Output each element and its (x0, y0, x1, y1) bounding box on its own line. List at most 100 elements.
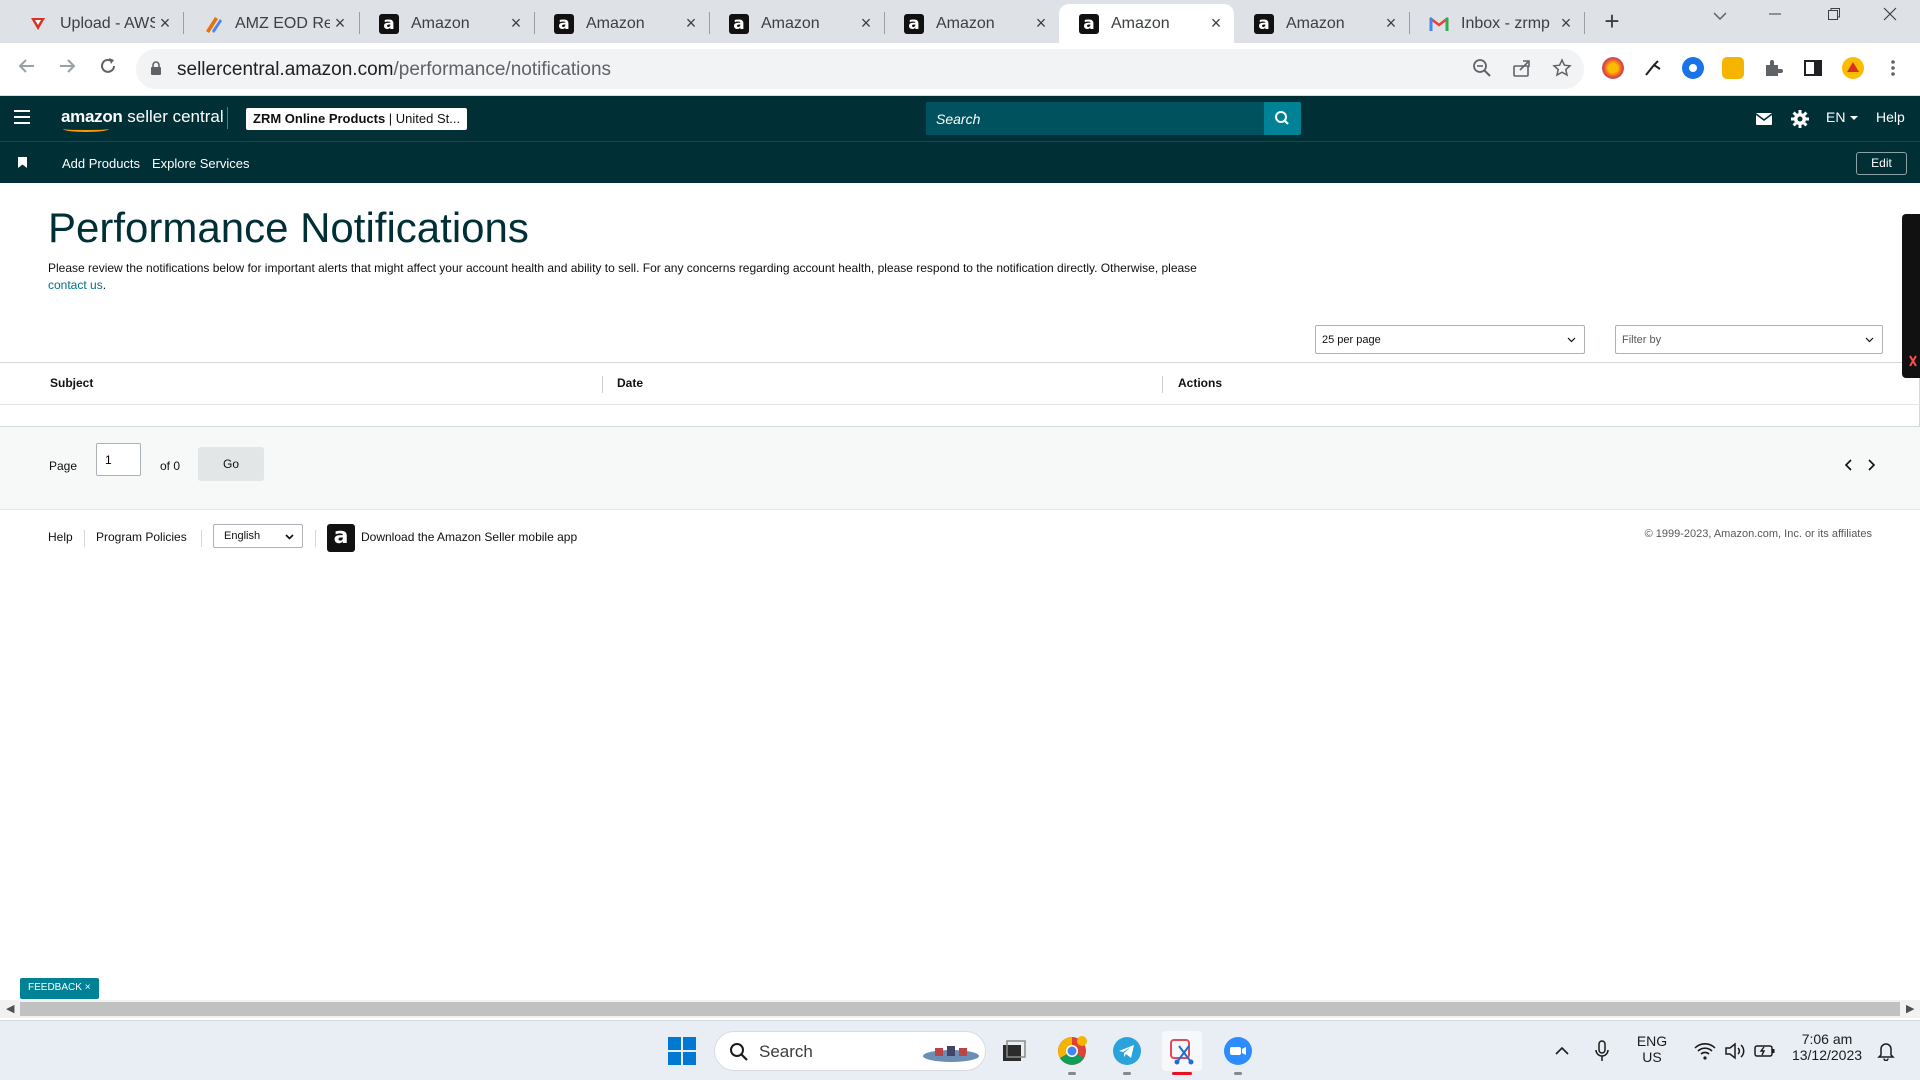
search-button[interactable] (1264, 102, 1301, 135)
input-language-indicator[interactable]: ENG US (1630, 1033, 1674, 1065)
amazon-icon: a (554, 13, 574, 34)
language-selector[interactable]: EN (1826, 109, 1859, 125)
browser-tab-active[interactable]: a Amazon × (1059, 4, 1234, 43)
filter-select[interactable]: Filter by (1615, 325, 1883, 354)
profile-avatar[interactable] (1842, 57, 1864, 79)
browser-tab[interactable]: a Amazon × (1234, 4, 1409, 43)
window-close-icon[interactable] (1870, 4, 1910, 27)
close-icon[interactable]: × (1206, 13, 1226, 34)
extension-arrow-icon[interactable] (1642, 57, 1664, 79)
language-code: EN (1826, 109, 1846, 125)
scroll-left-icon[interactable]: ◀ (6, 1002, 14, 1015)
previous-page-icon[interactable] (1844, 458, 1854, 475)
menu-icon[interactable] (14, 110, 30, 124)
page-number-input[interactable] (96, 443, 141, 476)
side-panel-tab[interactable] (1902, 214, 1920, 378)
tray-overflow-icon[interactable] (1542, 1031, 1582, 1071)
language-bottom: US (1642, 1049, 1662, 1065)
close-icon[interactable]: × (1031, 13, 1051, 34)
close-icon[interactable]: × (155, 13, 175, 34)
chrome-taskbar-icon[interactable] (1052, 1031, 1092, 1075)
system-status-group[interactable] (1680, 1031, 1790, 1071)
snipping-tool-taskbar-icon[interactable] (1162, 1031, 1202, 1075)
footer-language-select[interactable]: English (213, 524, 303, 548)
notification-bell-icon[interactable] (1866, 1031, 1906, 1071)
per-page-select[interactable]: 25 per page (1315, 325, 1585, 354)
column-divider (602, 376, 603, 393)
microphone-icon[interactable] (1582, 1031, 1622, 1071)
tab-title: Amazon (411, 14, 470, 32)
tab-title: Inbox - zrmp (1461, 14, 1550, 32)
bookmark-star-icon[interactable] (1550, 58, 1574, 82)
column-subject[interactable]: Subject (50, 376, 93, 390)
browser-tab[interactable]: a Amazon × (534, 4, 709, 43)
search-highlight-icon (923, 1046, 979, 1062)
tab-search-icon[interactable] (1700, 4, 1740, 27)
footer-divider (315, 530, 316, 547)
restore-icon[interactable] (1814, 4, 1854, 27)
scroll-right-icon[interactable]: ▶ (1906, 1002, 1914, 1015)
header-divider (227, 107, 228, 129)
close-icon[interactable]: × (330, 13, 350, 34)
task-view-icon[interactable] (994, 1031, 1034, 1071)
mail-icon[interactable] (1753, 108, 1775, 130)
download-app-link[interactable]: Download the Amazon Seller mobile app (361, 530, 577, 544)
browser-tab[interactable]: Upload - AWS × (8, 4, 183, 43)
close-icon[interactable]: × (856, 13, 876, 34)
windows-taskbar: Search ENG US 7:06 am 13/12/2023 (0, 1020, 1920, 1080)
extension-box-icon[interactable] (1722, 57, 1744, 79)
bookmark-icon[interactable] (18, 157, 27, 168)
footer-language-value: English (224, 530, 261, 542)
telegram-taskbar-icon[interactable] (1107, 1031, 1147, 1075)
browser-tab[interactable]: a Amazon × (359, 4, 534, 43)
settings-gear-icon[interactable] (1789, 108, 1811, 130)
browser-tab[interactable]: a Amazon × (709, 4, 884, 43)
amazon-app-icon[interactable]: a (327, 524, 355, 552)
feedback-button[interactable]: FEEDBACK × (20, 978, 99, 999)
zoom-icon[interactable] (1470, 58, 1494, 82)
browser-tab[interactable]: AMZ EOD Report × (183, 4, 358, 43)
go-button[interactable]: Go (198, 447, 264, 481)
footer-divider (84, 530, 85, 547)
seller-central-logo[interactable]: amazon seller central (61, 107, 224, 132)
next-page-icon[interactable] (1866, 458, 1876, 475)
zoom-taskbar-icon[interactable] (1218, 1031, 1258, 1075)
explore-services-link[interactable]: Explore Services (152, 156, 250, 171)
chevron-down-icon (285, 534, 294, 540)
forward-icon[interactable] (53, 55, 81, 83)
address-bar[interactable]: sellercentral.amazon.com/performance/not… (136, 49, 1584, 89)
back-icon[interactable] (13, 55, 41, 83)
browser-tab[interactable]: Inbox - zrmp × (1409, 4, 1584, 43)
close-icon[interactable]: × (1556, 13, 1576, 34)
browser-toolbar: sellercentral.amazon.com/performance/not… (0, 43, 1920, 96)
close-icon[interactable]: × (506, 13, 526, 34)
search-input[interactable] (926, 102, 1264, 135)
horizontal-scrollbar[interactable]: ◀ ▶ (0, 1000, 1920, 1018)
extension-color-icon[interactable] (1602, 57, 1624, 79)
side-panel-icon[interactable] (1802, 57, 1824, 79)
program-policies-link[interactable]: Program Policies (96, 530, 187, 544)
store-switcher-button[interactable]: ZRM Online Products | United St... (246, 108, 468, 130)
extension-gear-icon[interactable] (1682, 57, 1704, 79)
windows-start-icon[interactable] (662, 1031, 702, 1071)
close-icon[interactable]: × (681, 13, 701, 34)
browser-menu-icon[interactable] (1882, 57, 1904, 79)
clock[interactable]: 7:06 am 13/12/2023 (1782, 1031, 1872, 1063)
reload-icon[interactable] (94, 55, 122, 83)
scrollbar-thumb[interactable] (20, 1002, 1900, 1016)
running-indicator (1123, 1072, 1131, 1075)
help-link[interactable]: Help (1876, 109, 1905, 125)
footer-help-link[interactable]: Help (48, 530, 73, 544)
taskbar-search[interactable]: Search (714, 1031, 986, 1071)
new-tab-icon[interactable]: + (1598, 6, 1626, 37)
feedback-close-icon[interactable]: × (85, 982, 91, 993)
browser-tab[interactable]: a Amazon × (884, 4, 1059, 43)
contact-us-link[interactable]: contact us (48, 278, 103, 292)
share-icon[interactable] (1510, 58, 1534, 82)
close-icon[interactable]: × (1381, 13, 1401, 34)
column-date[interactable]: Date (617, 376, 643, 390)
extensions-puzzle-icon[interactable] (1762, 57, 1784, 79)
edit-bookmarks-button[interactable]: Edit (1856, 152, 1907, 175)
add-products-link[interactable]: Add Products (62, 156, 140, 171)
minimize-icon[interactable] (1755, 4, 1795, 27)
